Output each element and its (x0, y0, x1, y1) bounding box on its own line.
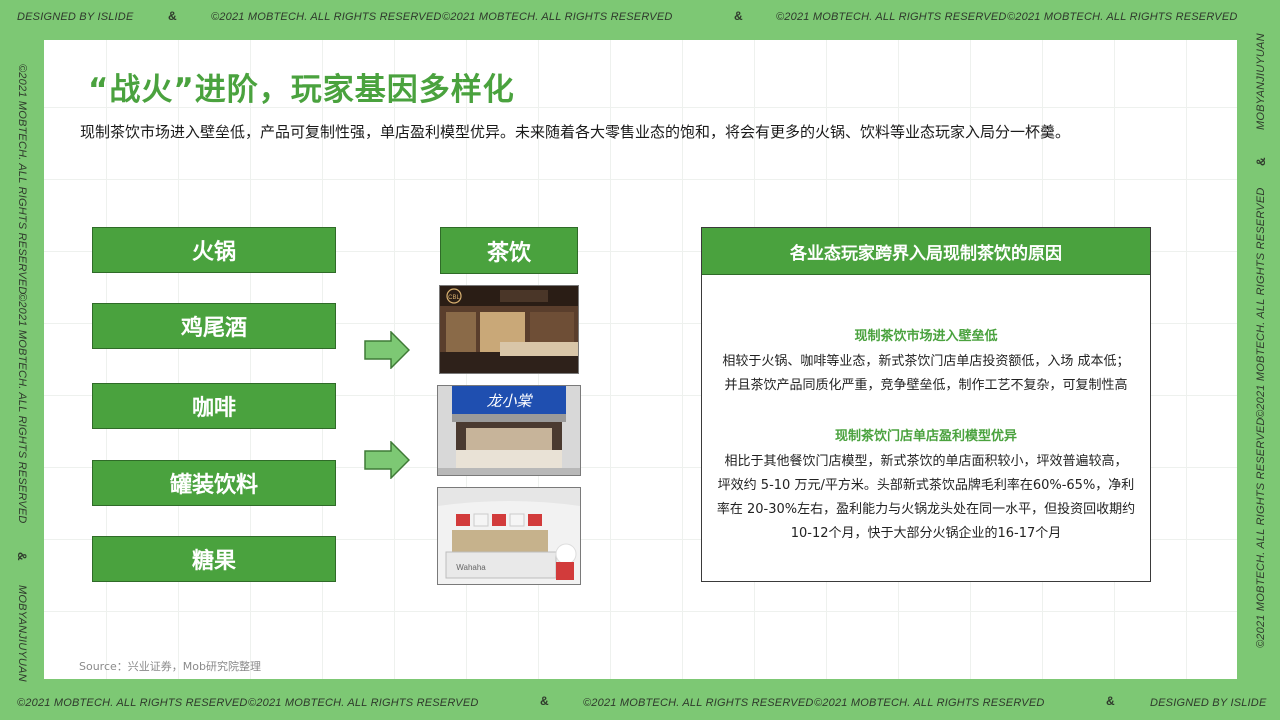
frame-copyright: ©2021 MOBTECH. ALL RIGHTS RESERVED (16, 64, 28, 295)
frame-copyright: ©2021 MOBTECH. ALL RIGHTS RESERVED (1255, 187, 1267, 419)
reason-section-text: 相比于其他餐饮门店模型，新式茶饮的单店面积较小，坪效普遍较高， (724, 454, 1128, 469)
frame-ampersand: & (1106, 694, 1115, 708)
frame-ampersand: & (1254, 157, 1268, 166)
frame-mobyanjiuyuan: MOBYANJIUYUAN (16, 585, 28, 682)
frame-ampersand: & (15, 552, 29, 561)
reason-section-text: 10-12个月，快于大部分火锅企业的16-17个月 (790, 526, 1062, 541)
page-subtitle: 现制茶饮市场进入壁垒低，产品可复制性强，单店盈利模型优异。未来随着各大零售业态的… (80, 123, 1071, 141)
frame-copyright: ©2021 MOBTECH. ALL RIGHTS RESERVED (814, 697, 1045, 709)
category-coffee: 咖啡 (92, 383, 336, 429)
reasons-header: 各业态玩家跨界入局现制茶饮的原因 (702, 228, 1150, 275)
frame-copyright: ©2021 MOBTECH. ALL RIGHTS RESERVED (17, 697, 248, 709)
category-candy: 糖果 (92, 536, 336, 582)
frame-copyright: ©2021 MOBTECH. ALL RIGHTS RESERVED (442, 11, 673, 23)
frame-copyright: ©2021 MOBTECH. ALL RIGHTS RESERVED (1255, 417, 1267, 649)
frame-designed-by: DESIGNED BY ISLIDE (1150, 697, 1267, 709)
store-photo-wahaha: Wahaha (437, 487, 581, 585)
store-sign-wahaha: Wahaha (456, 563, 486, 572)
frame-copyright: ©2021 MOBTECH. ALL RIGHTS RESERVED (776, 11, 1007, 23)
frame-ampersand: & (734, 9, 743, 23)
reason-section-text: 坪效约 5-10 万元/平方米。头部新式茶饮品牌毛利率在60%-65%，净利 (717, 478, 1135, 493)
frame-ampersand: & (540, 694, 549, 708)
reason-section-title: 现制茶饮门店单店盈利模型优异 (834, 429, 1017, 444)
arrow-right-icon (364, 441, 410, 479)
category-cocktail: 鸡尾酒 (92, 303, 336, 349)
frame-copyright: ©2021 MOBTECH. ALL RIGHTS RESERVED (583, 697, 814, 709)
store-photo-cbl: CBL (439, 285, 579, 374)
reason-section-text: 相较于火锅、咖啡等业态，新式茶饮门店单店投资额低，入场 成本低； (722, 354, 1130, 369)
frame-copyright: ©2021 MOBTECH. ALL RIGHTS RESERVED (211, 11, 442, 23)
category-hotpot: 火锅 (92, 227, 336, 273)
reason-section-title: 现制茶饮市场进入壁垒低 (854, 329, 998, 344)
frame-designed-by: DESIGNED BY ISLIDE (17, 11, 134, 23)
frame-mobyanjiuyuan: MOBYANJIUYUAN (1255, 33, 1267, 130)
store-photo-longxiaotang: 龙小棠 (437, 385, 581, 476)
frame-ampersand: & (168, 9, 177, 23)
arrow-right-icon (364, 331, 410, 369)
store-sign-cbl: CBL (448, 295, 460, 301)
store-sign-longxiaotang: 龙小棠 (486, 392, 533, 410)
frame-copyright: ©2021 MOBTECH. ALL RIGHTS RESERVED (248, 697, 479, 709)
frame-copyright: ©2021 MOBTECH. ALL RIGHTS RESERVED (16, 293, 28, 524)
reason-section-text: 率在 20-30%左右，盈利能力与火锅龙头处在同一水平，但投资回收期约 (716, 502, 1136, 517)
frame-copyright: ©2021 MOBTECH. ALL RIGHTS RESERVED (1007, 11, 1238, 23)
reasons-panel: 各业态玩家跨界入局现制茶饮的原因 现制茶饮市场进入壁垒低 相较于火锅、咖啡等业态… (701, 227, 1151, 582)
reason-section-text: 并且茶饮产品同质化严重，竞争壁垒低，制作工艺不复杂，可复制性高 (724, 378, 1128, 393)
category-canned-drinks: 罐装饮料 (92, 460, 336, 506)
source-note: Source：兴业证券，Mob研究院整理 (79, 660, 261, 673)
page-title: “战火”进阶，玩家基因多样化 (88, 72, 515, 108)
tea-drink-label: 茶饮 (440, 227, 578, 274)
